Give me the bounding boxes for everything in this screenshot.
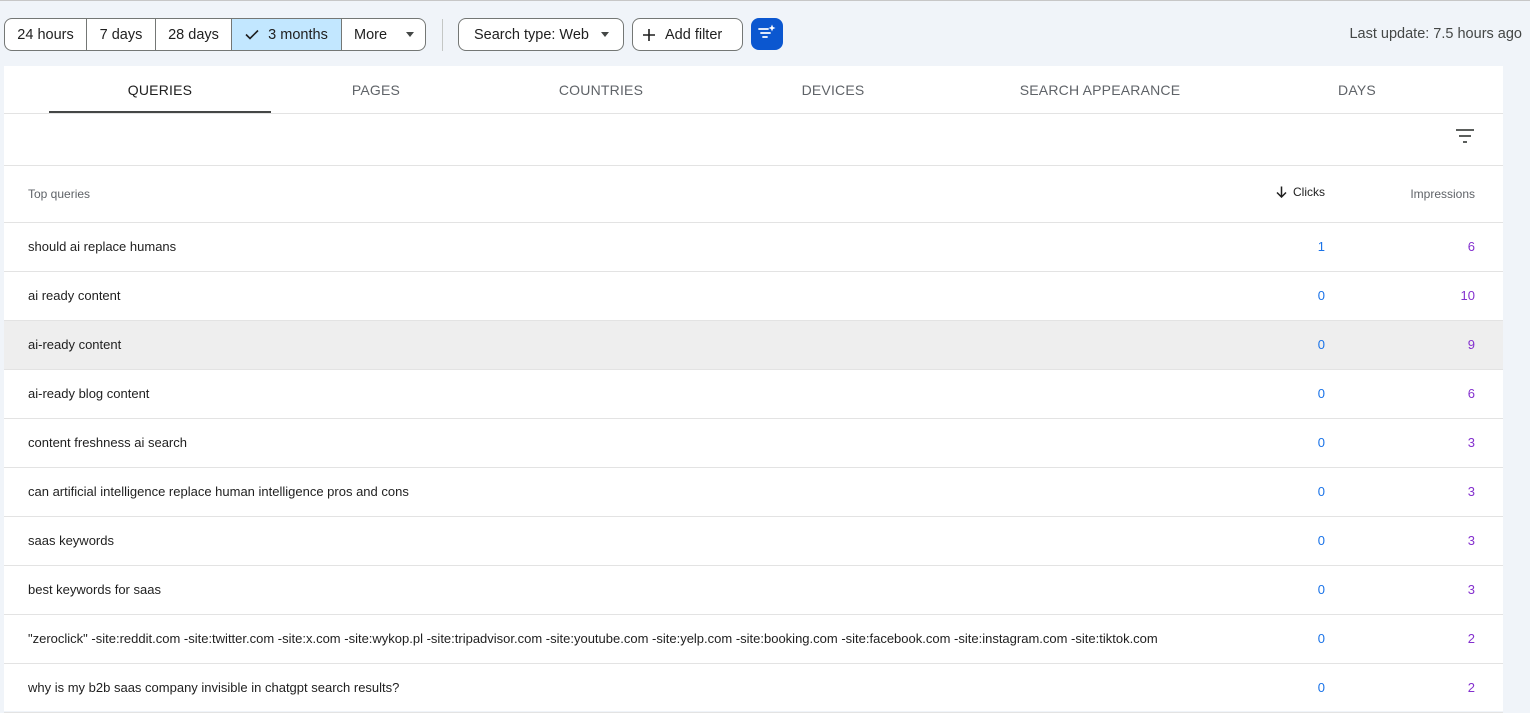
tab-label: SEARCH APPEARANCE [1019,81,1181,98]
impressions-cell: 3 [1467,582,1475,597]
query-cell: saas keywords [28,533,114,548]
tab-label: QUERIES [127,81,193,98]
performance-table-card: QUERIES PAGES COUNTRIES DEVICES SEARCH A… [4,66,1503,713]
search-type-dropdown[interactable]: Search type: Web [458,18,624,51]
check-icon [245,29,259,40]
tab-days[interactable]: DAYS [1257,66,1457,113]
tab-queries[interactable]: QUERIES [49,66,271,113]
filter-list-icon[interactable] [1456,129,1474,143]
clicks-cell: 0 [1317,533,1325,548]
range-3-months-button[interactable]: 3 months [232,19,342,50]
table-row[interactable]: ai-ready blog content 0 6 [4,370,1503,419]
more-ranges-dropdown[interactable]: More [342,19,425,50]
query-cell: "zeroclick" -site:reddit.com -site:twitt… [28,631,1158,646]
range-24-hours-button[interactable]: 24 hours [5,19,87,50]
clicks-cell: 0 [1317,337,1325,352]
tab-search-appearance[interactable]: SEARCH APPEARANCE [985,66,1215,113]
tab-label: PAGES [351,81,401,98]
tab-countries[interactable]: COUNTRIES [501,66,701,113]
clicks-header-label: Clicks [1293,185,1325,199]
plus-icon [642,28,656,42]
clicks-cell: 1 [1317,239,1325,254]
table-row[interactable]: "zeroclick" -site:reddit.com -site:twitt… [4,615,1503,664]
clicks-cell: 0 [1317,386,1325,401]
clicks-cell: 0 [1317,484,1325,499]
search-type-label: Search type: Web [474,26,589,43]
query-cell: ai-ready content [28,337,122,352]
last-update-text: Last update: 7.5 hours ago [1349,26,1522,42]
clicks-cell: 0 [1317,680,1325,695]
impressions-cell: 6 [1467,386,1475,401]
table-row[interactable]: ai-ready content 0 9 [4,321,1503,370]
query-cell: can artificial intelligence replace huma… [28,484,409,499]
date-range-selector: 24 hours 7 days 28 days 3 months More [4,18,426,51]
sort-descending-icon [1276,186,1287,198]
add-filter-label: Add filter [665,26,723,43]
query-cell: content freshness ai search [28,435,187,450]
clicks-column-header[interactable]: Clicks [1276,185,1325,199]
table-row[interactable]: saas keywords 0 3 [4,517,1503,566]
impressions-cell: 3 [1467,435,1475,450]
active-tab-indicator [49,111,271,113]
clicks-cell: 0 [1317,582,1325,597]
tab-devices[interactable]: DEVICES [733,66,933,113]
dimension-tabs: QUERIES PAGES COUNTRIES DEVICES SEARCH A… [4,66,1503,114]
ai-filter-button[interactable] [751,18,783,50]
table-body: should ai replace humans 1 6 ai ready co… [4,223,1503,713]
impressions-cell: 9 [1467,337,1475,352]
impressions-cell: 3 [1467,484,1475,499]
range-label: More [354,26,388,43]
range-28-days-button[interactable]: 28 days [156,19,232,50]
tab-label: DEVICES [801,81,865,98]
tab-pages[interactable]: PAGES [276,66,476,113]
table-row[interactable]: can artificial intelligence replace huma… [4,468,1503,517]
impressions-cell: 6 [1467,239,1475,254]
clicks-cell: 0 [1317,435,1325,450]
query-cell: should ai replace humans [28,239,177,254]
impressions-cell: 10 [1460,288,1475,303]
clicks-cell: 0 [1317,631,1325,646]
impressions-column-header[interactable]: Impressions [1410,187,1475,201]
impressions-cell: 2 [1467,680,1475,695]
dropdown-arrow-icon [406,32,415,37]
query-cell: best keywords for saas [28,582,161,597]
range-label: 24 hours [17,26,74,43]
clicks-cell: 0 [1317,288,1325,303]
table-filter-row [4,114,1503,166]
range-label: 28 days [168,26,219,43]
range-7-days-button[interactable]: 7 days [87,19,156,50]
table-row[interactable]: content freshness ai search 0 3 [4,419,1503,468]
table-row[interactable]: ai ready content 0 10 [4,272,1503,321]
range-label: 3 months [268,26,328,43]
table-row[interactable]: best keywords for saas 0 3 [4,566,1503,615]
table-row[interactable]: why is my b2b saas company invisible in … [4,664,1503,713]
query-cell: ai-ready blog content [28,386,150,401]
table-header: Top queries Clicks Impressions [4,166,1503,223]
range-label: 7 days [99,26,143,43]
add-filter-button[interactable]: Add filter [632,18,743,51]
top-queries-header: Top queries [28,187,91,201]
dropdown-arrow-icon [601,32,609,37]
date-toolbar: 24 hours 7 days 28 days 3 months More Se… [0,1,1530,66]
impressions-cell: 3 [1467,533,1475,548]
tab-label: COUNTRIES [558,81,644,98]
tab-label: DAYS [1338,81,1376,98]
query-cell: ai ready content [28,288,121,303]
query-cell: why is my b2b saas company invisible in … [28,680,400,695]
sparkle-filter-icon [758,24,776,45]
impressions-cell: 2 [1467,631,1475,646]
table-row[interactable]: should ai replace humans 1 6 [4,223,1503,272]
toolbar-divider [442,19,443,51]
